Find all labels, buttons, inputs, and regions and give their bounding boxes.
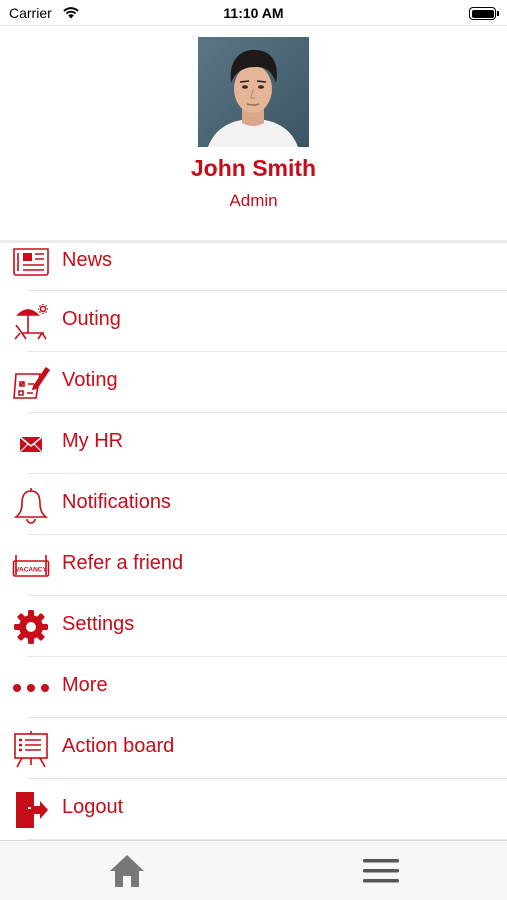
menu-item-refer-a-friend[interactable]: VACANCY Refer a friend [0,535,507,596]
newspaper-icon [13,248,49,276]
menu-item-my-hr[interactable]: My HR [0,413,507,474]
menu-label-action-board: Action board [62,735,175,757]
bell-icon [13,488,49,524]
menu-label-news: News [62,249,113,271]
vacancy-sign-icon: VACANCY [12,555,50,577]
menu-item-outing[interactable]: Outing [0,291,507,352]
avatar[interactable] [198,37,309,147]
vacancy-text: VACANCY [15,567,47,574]
menu-label-more: More [62,674,108,696]
menu-label-logout: Logout [62,796,124,818]
menu-item-notifications[interactable]: Notifications [0,474,507,535]
status-time: 11:10 AM [223,5,284,21]
menu-item-news[interactable]: News [0,243,507,291]
ballot-pencil-icon [13,366,50,399]
status-bar: Carrier 11:10 AM [0,0,507,26]
profile-role: Admin [229,191,278,210]
menu-item-logout[interactable]: Logout [0,779,507,840]
hamburger-menu-icon[interactable] [362,855,400,887]
menu-item-settings[interactable]: Settings [0,596,507,657]
tab-bar [0,840,507,900]
more-dots-icon [13,684,49,692]
side-menu: News Outing Voting My HR Notifications V… [0,243,507,840]
profile-name: John Smith [190,155,317,181]
logout-door-icon [16,792,48,828]
menu-label-refer-a-friend: Refer a friend [62,552,184,574]
menu-item-voting[interactable]: Voting [0,352,507,413]
menu-label-outing: Outing [62,308,121,330]
battery-icon [469,7,499,20]
menu-item-action-board[interactable]: Action board [0,718,507,779]
home-icon[interactable] [108,853,146,889]
avatar-photo [198,37,309,147]
profile-header: John Smith Admin [0,26,507,242]
beach-lounger-icon [14,304,48,340]
menu-label-my-hr: My HR [62,430,124,452]
menu-item-more[interactable]: More [0,657,507,718]
menu-label-notifications: Notifications [62,491,171,513]
menu-label-voting: Voting [62,369,118,391]
menu-label-settings: Settings [62,613,135,635]
gear-icon [14,610,48,644]
easel-board-icon [14,731,48,768]
envelope-icon [19,436,43,453]
